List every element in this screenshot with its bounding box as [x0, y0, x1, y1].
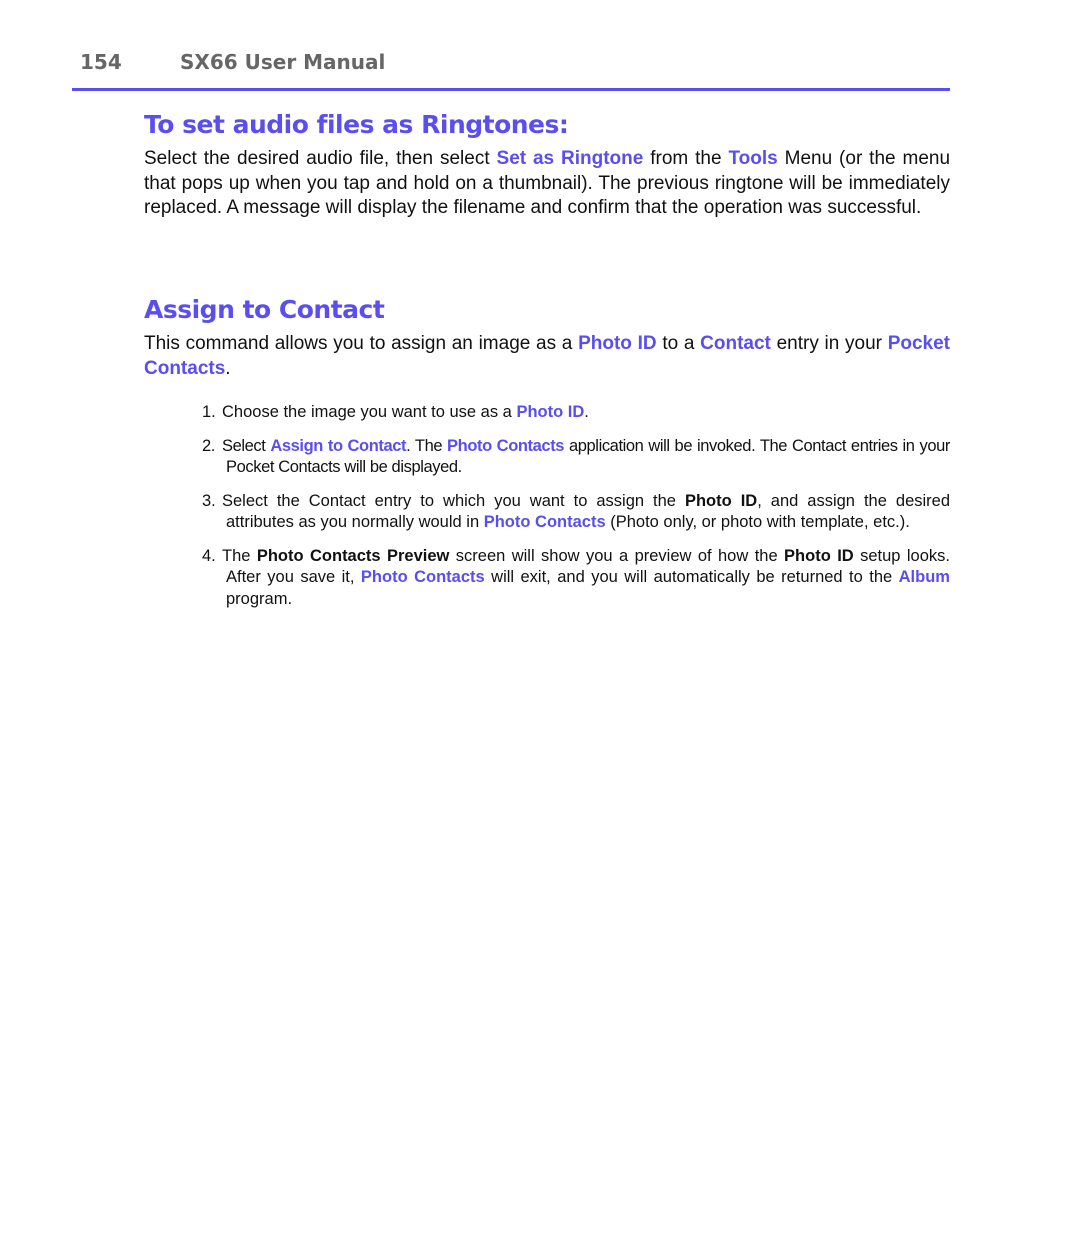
- text: Select the Contact entry to which you wa…: [222, 491, 685, 510]
- link-photo-id: Photo ID: [578, 333, 657, 354]
- step-item: 3. Select the Contact entry to which you …: [202, 491, 950, 534]
- manual-title: SX66 User Manual: [180, 50, 386, 74]
- step-item: 4. The Photo Contacts Preview screen will…: [202, 546, 950, 611]
- text: program.: [226, 589, 293, 608]
- link-photo-id: Photo ID: [516, 403, 585, 421]
- bold-photo-contacts-preview: Photo Contacts Preview: [256, 546, 450, 565]
- text: from the: [643, 148, 729, 169]
- link-photo-contacts: Photo Contacts: [360, 568, 485, 586]
- text: . The: [406, 436, 448, 455]
- running-header: 154 SX66 User Manual: [80, 50, 385, 74]
- text: Select: [222, 436, 271, 455]
- header-rule: [72, 88, 950, 91]
- text: entry in your: [770, 333, 888, 354]
- assign-paragraph: This command allows you to assign an ima…: [144, 332, 950, 381]
- text: The: [222, 546, 257, 565]
- text: screen will show you a preview of how th…: [449, 546, 785, 565]
- text: will exit, and you will automatically be…: [484, 568, 899, 586]
- link-tools: Tools: [728, 148, 778, 169]
- link-album: Album: [898, 568, 950, 586]
- text: .: [584, 403, 589, 421]
- step-number: 3.: [202, 491, 216, 510]
- page-number: 154: [80, 50, 122, 74]
- link-set-as-ringtone: Set as Ringtone: [496, 148, 644, 169]
- text: (Photo only, or photo with template, etc…: [605, 513, 910, 531]
- bold-photo-id: Photo ID: [684, 491, 758, 510]
- text: .: [225, 357, 231, 379]
- section-heading-ringtones: To set audio files as Ringtones:: [144, 110, 569, 139]
- step-number: 1.: [202, 403, 216, 421]
- link-photo-contacts: Photo Contacts: [483, 513, 606, 531]
- steps-list: 1. Choose the image you want to use as a …: [202, 402, 950, 622]
- bold-photo-id: Photo ID: [784, 546, 854, 565]
- step-item: 2. Select Assign to Contact. The Photo Co…: [202, 436, 950, 479]
- text: Choose the image you want to use as a: [222, 403, 517, 421]
- step-item: 1. Choose the image you want to use as a …: [202, 402, 950, 424]
- text: This command allows you to assign an ima…: [144, 333, 579, 354]
- ringtones-paragraph: Select the desired audio file, then sele…: [144, 147, 950, 221]
- link-assign-to-contact: Assign to Contact: [270, 436, 407, 455]
- step-number: 2.: [202, 436, 215, 455]
- link-contact: Contact: [700, 333, 771, 354]
- link-photo-contacts: Photo Contacts: [447, 436, 565, 455]
- text: to a: [656, 333, 701, 354]
- step-number: 4.: [202, 546, 216, 565]
- section-heading-assign-to-contact: Assign to Contact: [144, 295, 385, 324]
- text: Select the desired audio file, then sele…: [144, 148, 497, 169]
